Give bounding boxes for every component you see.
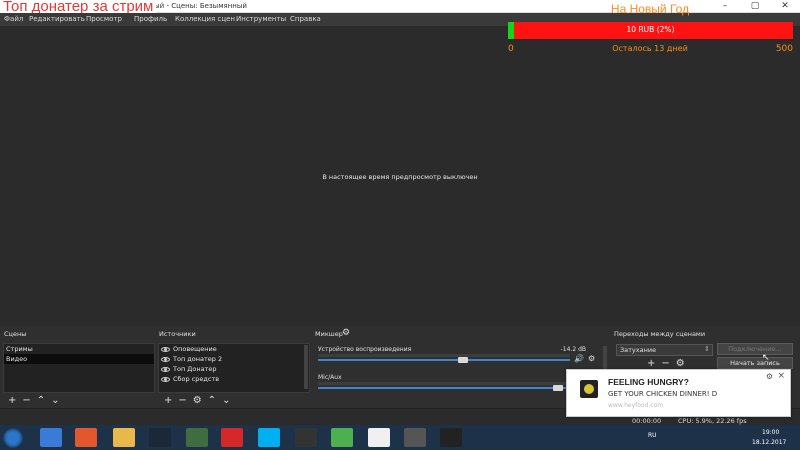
gear-icon[interactable]: ⚙ bbox=[766, 372, 773, 381]
menu-edit[interactable]: Редактировать bbox=[29, 15, 85, 23]
chevron-down-icon: ⇕ bbox=[704, 345, 710, 353]
mixer-channel-desktop: Устройство воспроизведения -14.2 dB 🔊 ⚙ bbox=[318, 346, 600, 368]
menu-profile[interactable]: Профиль bbox=[134, 15, 167, 23]
cpu-fps-status: CPU: 5.9%, 22.26 fps bbox=[678, 417, 747, 425]
mixer-channel-mic: Mic/Aux bbox=[318, 374, 600, 396]
nox-icon[interactable] bbox=[295, 428, 317, 447]
yandex-browser-icon[interactable] bbox=[368, 428, 390, 447]
transition-select[interactable]: Затухание bbox=[616, 344, 713, 356]
taskbar: RU 19:00 18.12.2017 bbox=[0, 425, 800, 450]
mixer-title: Микшер bbox=[315, 330, 343, 338]
preview-disabled-message: В настоящее время предпросмотр выключен bbox=[322, 173, 478, 181]
mixer-settings-icon[interactable]: ⚙ bbox=[342, 328, 350, 338]
source-item[interactable]: Топ Донатер bbox=[159, 364, 309, 374]
eye-icon[interactable] bbox=[161, 366, 170, 372]
goal-max-value: 500 bbox=[775, 44, 793, 54]
move-down-icon[interactable]: ⌄ bbox=[51, 396, 59, 406]
volume-slider-thumb[interactable] bbox=[458, 357, 469, 363]
scene-item-selected[interactable]: Видео bbox=[4, 354, 154, 364]
media-player-icon[interactable] bbox=[75, 428, 97, 447]
start-button[interactable] bbox=[3, 428, 23, 448]
volume-slider-thumb[interactable] bbox=[552, 385, 563, 391]
mouse-cursor-icon: ↖ bbox=[762, 353, 770, 363]
remove-scene-icon[interactable]: − bbox=[22, 396, 30, 406]
stream-timer: 00:00:00 bbox=[632, 417, 662, 425]
settings-icon[interactable] bbox=[404, 428, 426, 447]
speaker-icon[interactable]: 🔊 bbox=[574, 354, 584, 363]
eye-icon[interactable] bbox=[161, 376, 170, 382]
toast-link[interactable]: www.heyfood.com bbox=[608, 402, 663, 409]
move-down-icon[interactable]: ⌄ bbox=[222, 396, 230, 406]
sources-title: Источники bbox=[159, 330, 196, 338]
clock-date[interactable]: 18.12.2017 bbox=[752, 439, 786, 446]
transitions-toolbar: + − ⚙ bbox=[647, 359, 685, 369]
source-settings-icon[interactable]: ⚙ bbox=[193, 396, 202, 406]
eye-icon[interactable] bbox=[161, 356, 170, 362]
volume-meter bbox=[318, 354, 570, 357]
explorer-icon[interactable] bbox=[113, 428, 135, 447]
source-item[interactable]: Сбор средств bbox=[159, 374, 309, 384]
menu-file[interactable]: Файл bbox=[4, 15, 23, 23]
menu-tools[interactable]: Инструменты bbox=[236, 15, 286, 23]
language-indicator[interactable]: RU bbox=[648, 432, 657, 439]
goal-progress-text: 10 RUB (2%) bbox=[626, 25, 675, 34]
remove-transition-icon[interactable]: − bbox=[661, 359, 669, 369]
notification-toast[interactable]: FEELING HUNGRY? GET YOUR CHICKEN DINNER!… bbox=[566, 369, 791, 417]
app-icon[interactable] bbox=[186, 428, 208, 447]
ie-icon[interactable] bbox=[40, 428, 62, 447]
move-up-icon[interactable]: ⌃ bbox=[208, 396, 216, 406]
connect-button[interactable]: Подключение... bbox=[717, 343, 793, 355]
donation-goal-widget: На Новый Год 10 RUB (2%) 0 Осталось 13 д… bbox=[507, 0, 793, 56]
toast-body: GET YOUR CHICKEN DINNER! D bbox=[608, 390, 718, 398]
menu-scene-collection[interactable]: Коллекция сцен bbox=[175, 15, 235, 23]
preview-area[interactable]: В настоящее время предпросмотр выключен bbox=[0, 26, 800, 326]
move-up-icon[interactable]: ⌃ bbox=[37, 396, 45, 406]
mixer-channel-name: Mic/Aux bbox=[318, 374, 342, 381]
steam-icon[interactable] bbox=[149, 428, 171, 447]
channel-settings-icon[interactable]: ⚙ bbox=[588, 354, 595, 363]
radiation-icon bbox=[580, 380, 598, 398]
scenes-toolbar: + − ⌃ ⌄ bbox=[8, 396, 60, 406]
toast-title: FEELING HUNGRY? bbox=[608, 377, 689, 387]
volume-slider[interactable] bbox=[318, 359, 570, 361]
sources-list[interactable]: Оповещение Топ донатер 2 Топ Донатер Сбо… bbox=[158, 343, 310, 393]
yandex-icon[interactable] bbox=[221, 428, 243, 447]
goal-days-left: Осталось 13 дней bbox=[612, 44, 688, 53]
obs-icon[interactable] bbox=[440, 428, 462, 447]
start-recording-button[interactable]: Начать запись bbox=[717, 357, 793, 369]
transitions-title: Переходы между сценами bbox=[614, 330, 706, 338]
menu-help[interactable]: Справка bbox=[290, 15, 321, 23]
chrome-icon[interactable] bbox=[331, 428, 353, 447]
mixer-channel-db: -14.2 dB bbox=[560, 346, 586, 353]
source-item[interactable]: Оповещение bbox=[159, 344, 309, 354]
add-transition-icon[interactable]: + bbox=[647, 359, 655, 369]
transition-settings-icon[interactable]: ⚙ bbox=[676, 359, 685, 369]
volume-meter bbox=[318, 382, 570, 385]
scenes-list[interactable]: Стримы Видео bbox=[3, 343, 155, 393]
eye-icon[interactable] bbox=[161, 346, 170, 352]
add-scene-icon[interactable]: + bbox=[8, 396, 16, 406]
goal-title: На Новый Год bbox=[610, 2, 690, 16]
skype-icon[interactable] bbox=[258, 428, 280, 447]
scene-item[interactable]: Стримы bbox=[4, 344, 154, 354]
menu-view[interactable]: Просмотр bbox=[86, 15, 122, 23]
add-source-icon[interactable]: + bbox=[164, 396, 172, 406]
window-title: нный - Сцены: Безымянный bbox=[145, 2, 247, 10]
clock-time[interactable]: 19:00 bbox=[762, 429, 779, 436]
source-item[interactable]: Топ донатер 2 bbox=[159, 354, 309, 364]
volume-slider[interactable] bbox=[318, 387, 570, 389]
sources-scrollbar[interactable] bbox=[304, 345, 308, 389]
scenes-title: Сцены bbox=[4, 330, 27, 338]
sources-toolbar: + − ⚙ ⌃ ⌄ bbox=[164, 396, 231, 406]
close-icon[interactable]: × bbox=[777, 371, 785, 381]
goal-progress-bar: 10 RUB (2%) bbox=[508, 22, 793, 39]
remove-source-icon[interactable]: − bbox=[178, 396, 186, 406]
mixer-channel-name: Устройство воспроизведения bbox=[318, 346, 412, 353]
